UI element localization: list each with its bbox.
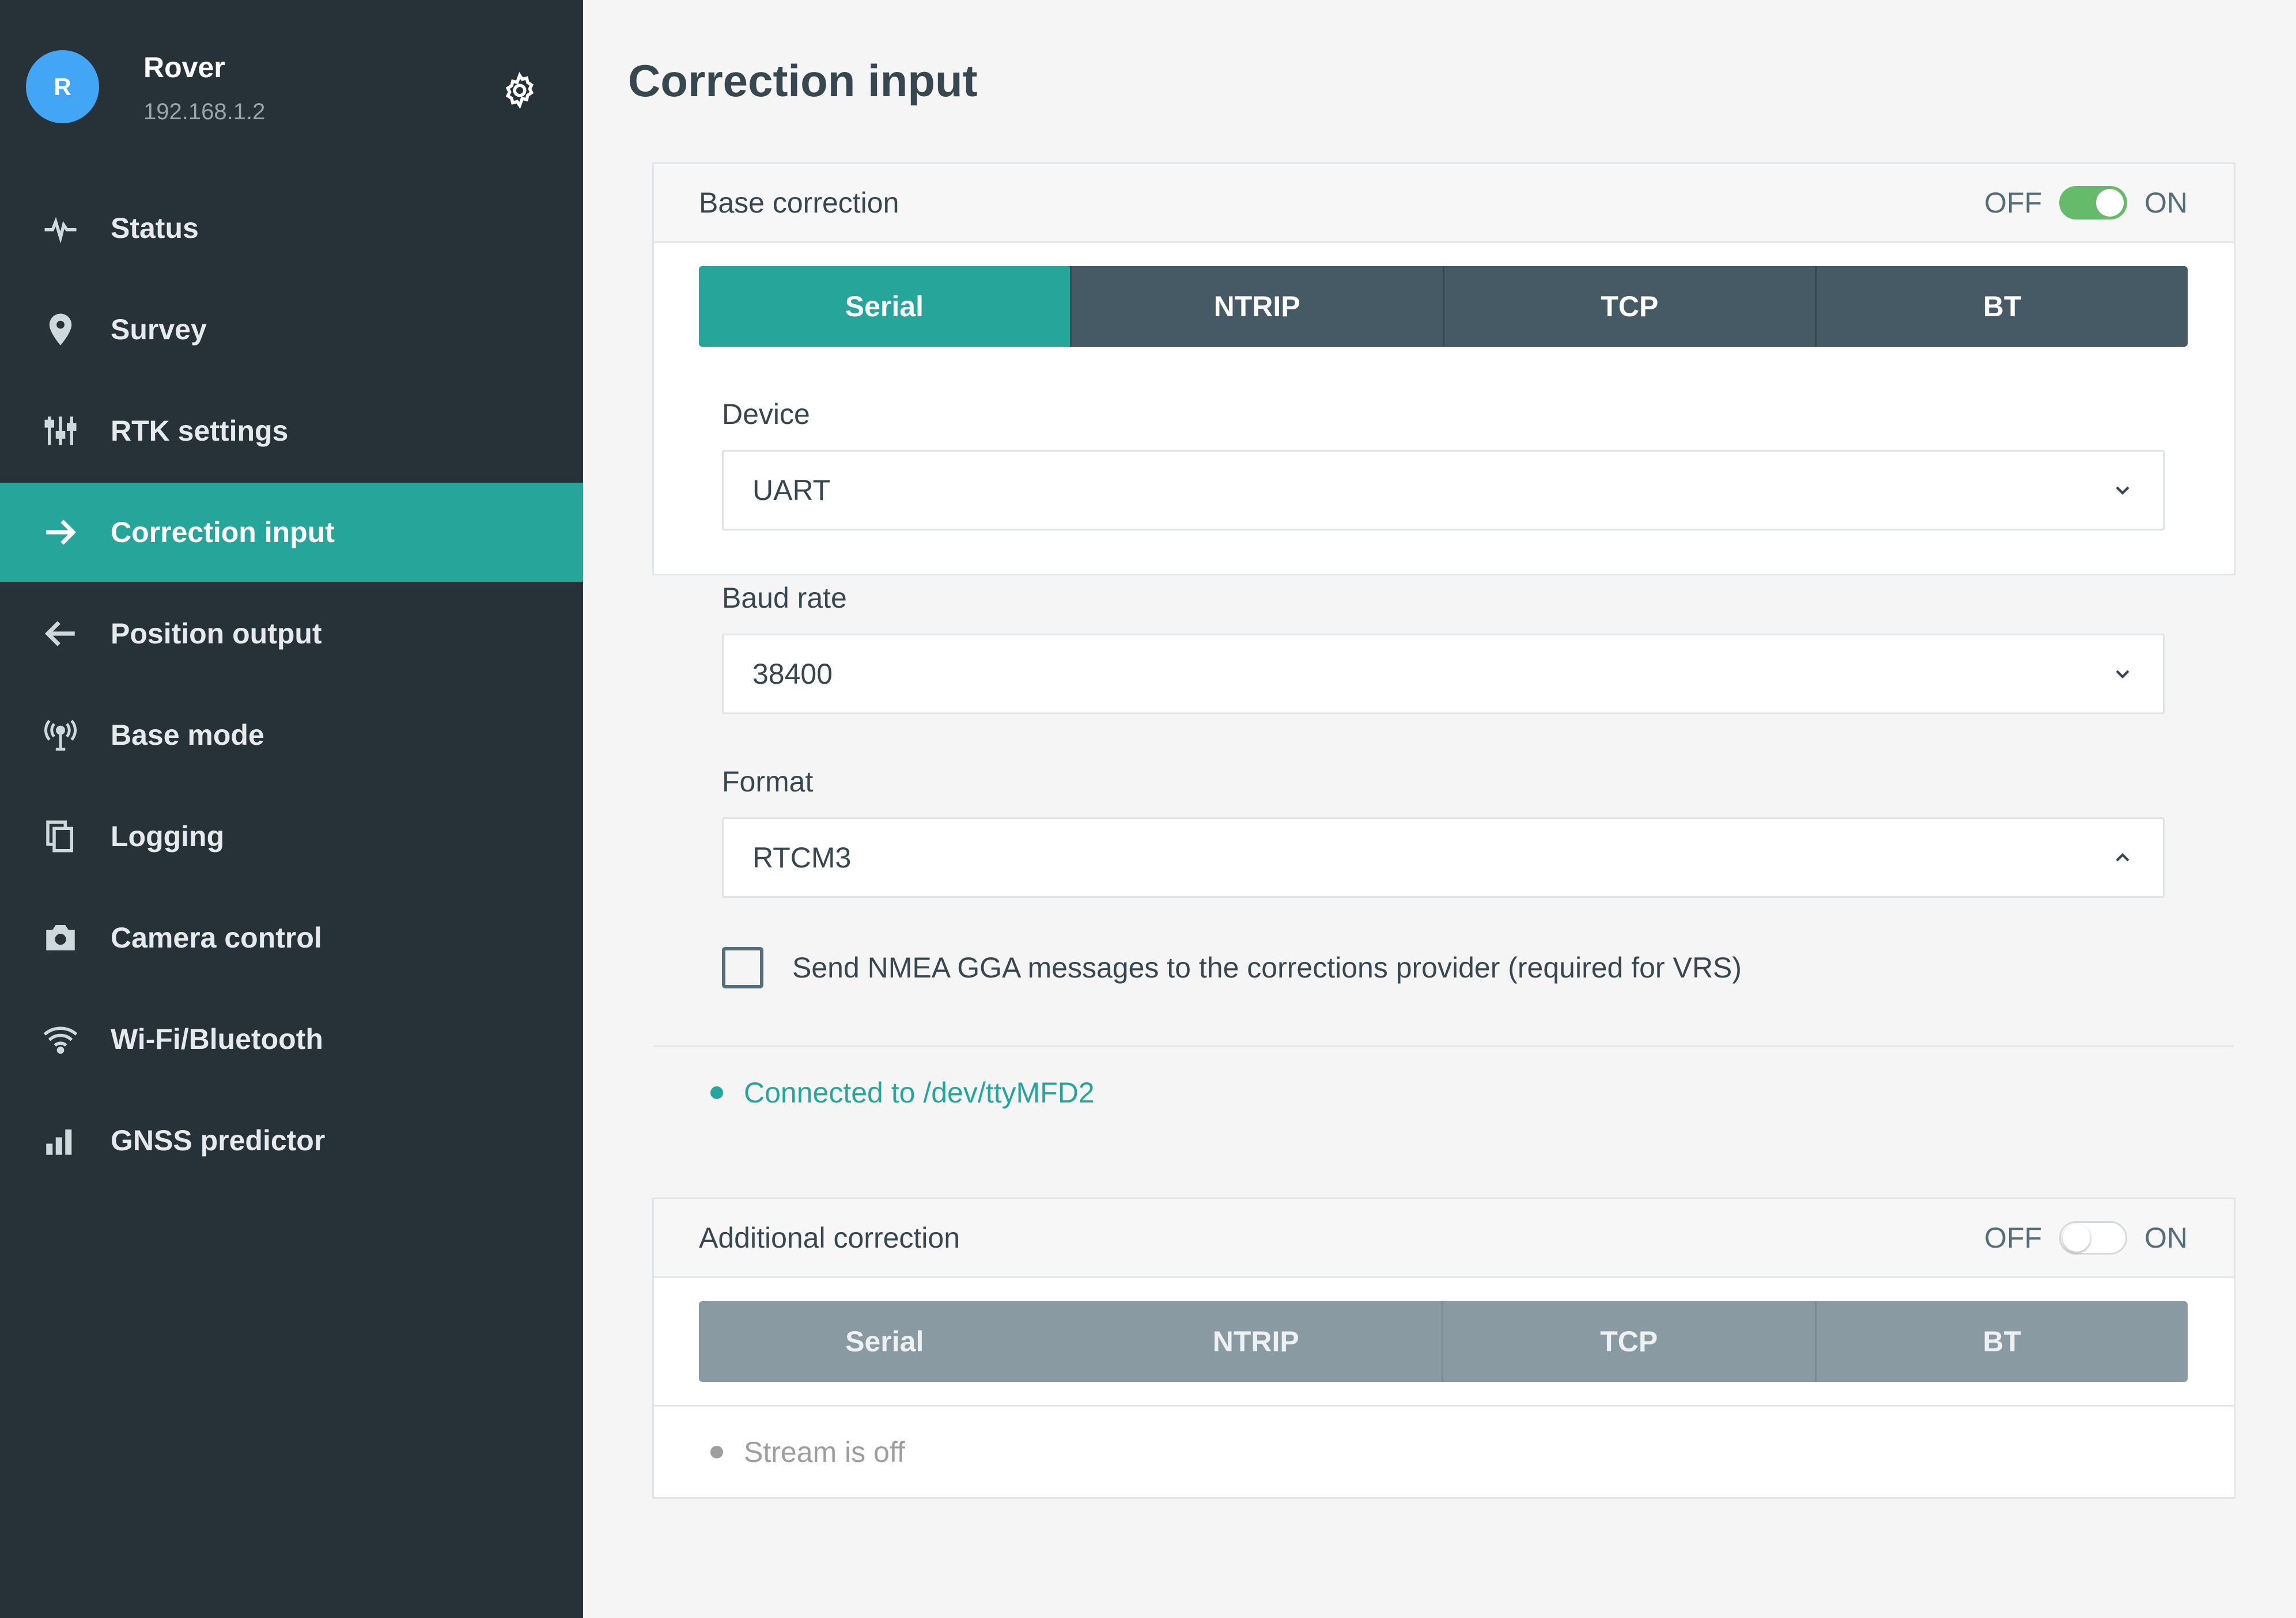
sidebar-item-label: GNSS predictor [111,1124,326,1157]
toggle-on-label: ON [2144,1222,2188,1254]
chevron-down-icon [2116,670,2129,679]
device-select-value: UART [752,474,831,506]
chevron-up-icon [2116,853,2129,862]
device-profile: R Rover 192.168.1.2 [0,0,583,179]
base-correction-toggle-group: OFF ON [1984,186,2188,219]
sidebar-item-status[interactable]: Status [0,179,583,278]
base-correction-status: Connected to /dev/ttyMFD2 [654,1045,2234,1138]
tab-bt[interactable]: BT [1815,266,2188,347]
device-ip: 192.168.1.2 [143,99,266,124]
sidebar-item-camera-control[interactable]: Camera control [0,888,583,987]
sidebar-item-rtk-settings[interactable]: RTK settings [0,381,583,480]
sidebar-item-gnss-predictor[interactable]: GNSS predictor [0,1091,583,1190]
baud-rate-select-value: 38400 [752,658,833,690]
sliders-icon [40,411,81,451]
format-select[interactable]: RTCM3 [722,817,2165,898]
page-title: Correction input [628,55,978,106]
avatar: R [26,50,99,123]
send-gga-row: Send NMEA GGA messages to the correction… [722,947,2234,988]
status-text: Stream is off [744,1435,905,1468]
map-pin-icon [40,309,81,350]
gear-icon[interactable] [497,67,543,113]
sidebar: R Rover 192.168.1.2 Status Survey RTK se… [0,0,583,1618]
card-title: Base correction [699,187,899,219]
baud-rate-select[interactable]: 38400 [722,634,2165,714]
files-icon [40,816,81,857]
antenna-icon [40,715,81,755]
base-correction-switch[interactable] [2059,186,2127,219]
sidebar-item-label: Survey [111,313,207,346]
device-label: Device [722,398,810,430]
send-gga-label: Send NMEA GGA messages to the correction… [792,952,1742,984]
card-header: Additional correction OFF ON [654,1199,2234,1278]
sidebar-item-label: Status [111,212,199,244]
chevron-down-icon [2116,486,2129,495]
additional-correction-status: Stream is off [654,1405,2234,1497]
sidebar-item-wifi-bluetooth[interactable]: Wi-Fi/Bluetooth [0,990,583,1089]
sidebar-item-correction-input[interactable]: Correction input [0,483,583,582]
tab-bt[interactable]: BT [1814,1301,2188,1382]
tab-ntrip[interactable]: NTRIP [1069,266,1443,347]
camera-icon [40,918,81,958]
sidebar-nav: Status Survey RTK settings Correction in… [0,179,583,1190]
sidebar-item-logging[interactable]: Logging [0,787,583,886]
arrow-left-icon [40,613,81,654]
tab-tcp[interactable]: TCP [1442,266,1815,347]
tab-ntrip[interactable]: NTRIP [1071,1301,1442,1382]
bar-chart-icon [40,1120,81,1161]
toggle-off-label: OFF [1984,1222,2042,1254]
send-gga-checkbox[interactable] [722,947,763,988]
app-root: R Rover 192.168.1.2 Status Survey RTK se… [0,0,2296,1618]
sidebar-item-label: Logging [111,820,225,852]
format-select-value: RTCM3 [752,842,852,874]
toggle-on-label: ON [2144,187,2188,219]
sidebar-item-label: Correction input [111,516,335,548]
card-title: Additional correction [699,1222,960,1254]
additional-correction-switch[interactable] [2059,1221,2127,1255]
baud-rate-label: Baud rate [722,582,847,614]
format-label: Format [722,766,814,798]
sidebar-item-label: Position output [111,617,322,650]
sidebar-item-label: Camera control [111,922,322,954]
sidebar-item-label: Base mode [111,719,264,751]
device-name: Rover [143,51,225,84]
sidebar-item-label: Wi-Fi/Bluetooth [111,1023,323,1055]
pulse-icon [40,208,81,248]
status-dot [710,1086,723,1099]
sidebar-item-survey[interactable]: Survey [0,280,583,379]
additional-correction-toggle-group: OFF ON [1984,1221,2188,1255]
tab-serial[interactable]: Serial [699,1301,1071,1382]
wifi-icon [40,1019,81,1059]
tab-serial[interactable]: Serial [699,266,1070,347]
card-header: Base correction OFF ON [654,164,2234,243]
main-content: Correction input Base correction OFF ON … [583,0,2296,1618]
additional-correction-tabs: Serial NTRIP TCP BT [699,1301,2188,1382]
status-dot [710,1445,723,1458]
arrow-right-icon [40,512,81,552]
device-select[interactable]: UART [722,450,2165,531]
sidebar-item-label: RTK settings [111,415,289,447]
status-text: Connected to /dev/ttyMFD2 [744,1076,1095,1109]
tab-tcp[interactable]: TCP [1442,1301,1815,1382]
sidebar-item-position-output[interactable]: Position output [0,584,583,683]
toggle-off-label: OFF [1984,187,2042,219]
sidebar-item-base-mode[interactable]: Base mode [0,685,583,785]
additional-correction-card: Additional correction OFF ON Serial NTRI… [652,1198,2236,1499]
base-correction-tabs: Serial NTRIP TCP BT [699,266,2188,347]
base-correction-card: Base correction OFF ON Serial NTRIP TCP … [652,162,2236,1109]
